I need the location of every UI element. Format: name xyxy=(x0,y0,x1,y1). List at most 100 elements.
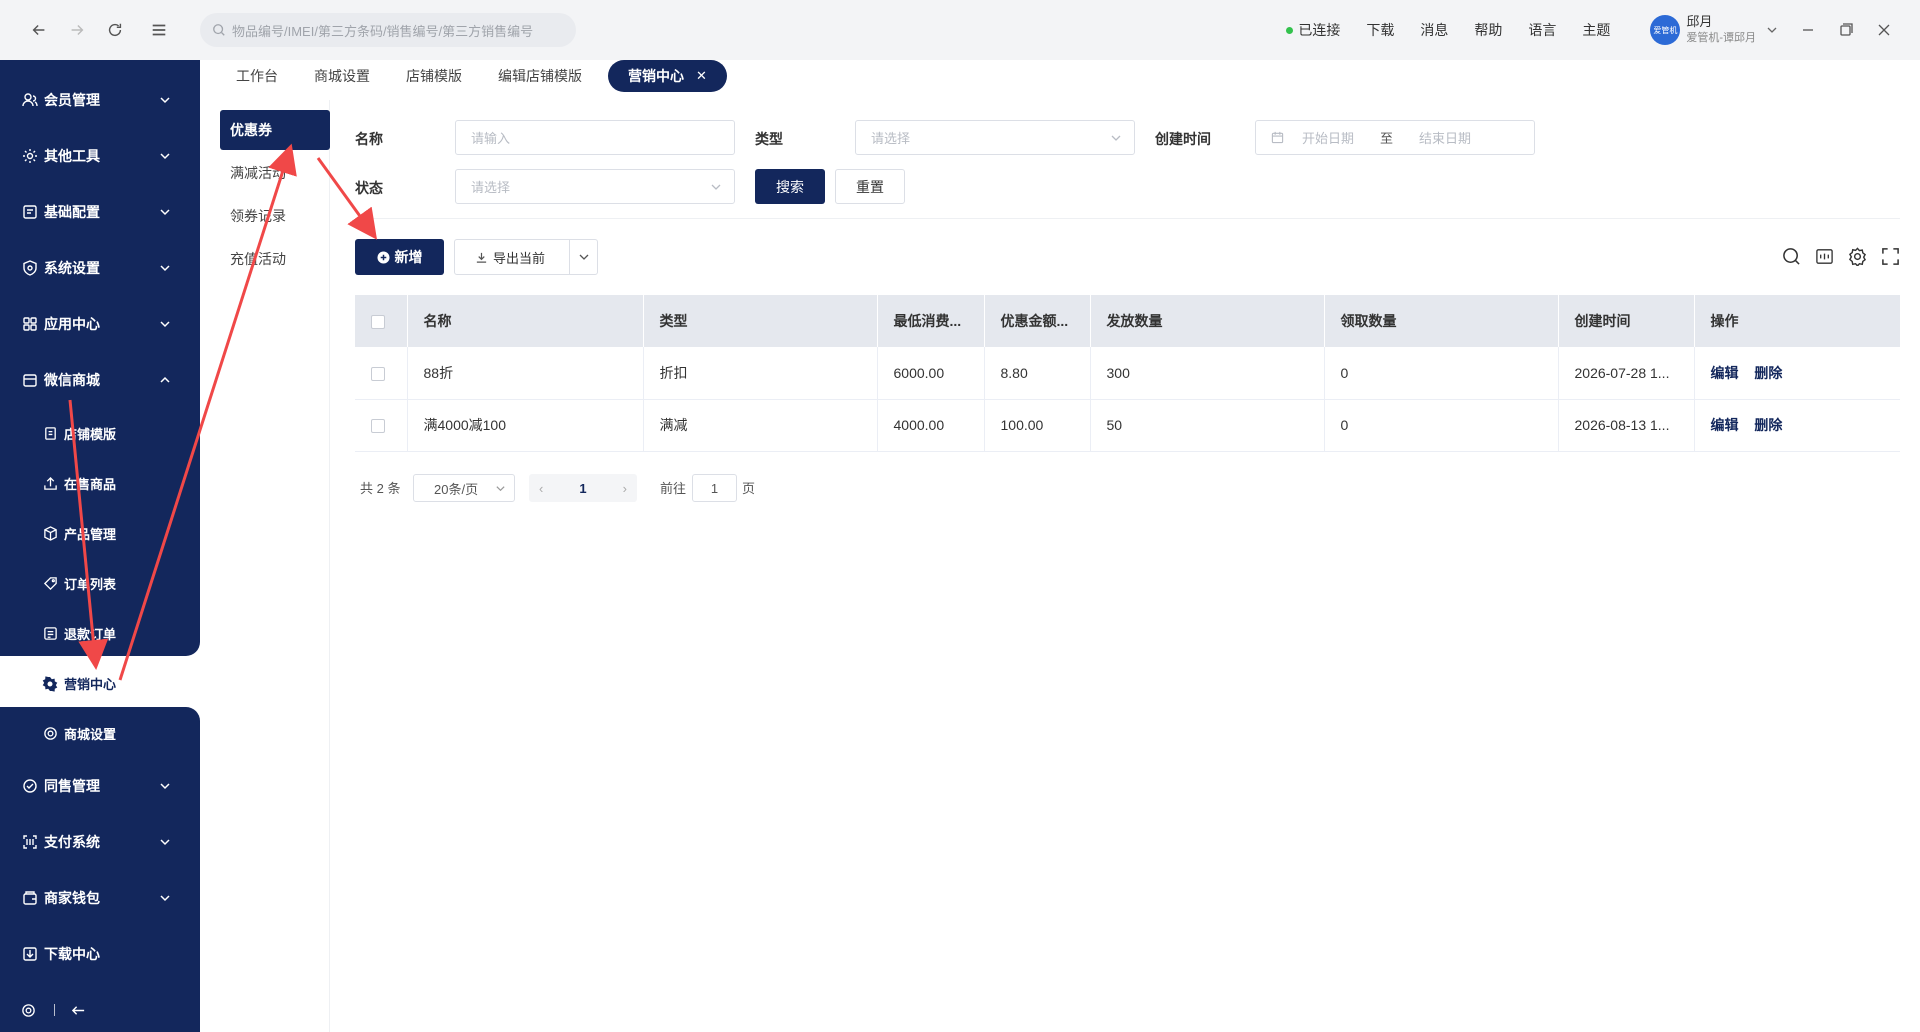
col-name-header[interactable]: 名称 xyxy=(407,295,644,347)
col-claimed-header[interactable]: 领取数量 xyxy=(1324,295,1559,347)
goto-page-input[interactable]: 1 xyxy=(692,474,737,502)
messages-link[interactable]: 消息 xyxy=(1420,20,1448,40)
chevron-down-icon xyxy=(160,209,170,216)
type-filter-select[interactable]: 请选择 xyxy=(855,120,1135,155)
sidebar-subitem-marketing[interactable]: 营销中心 xyxy=(20,660,200,707)
template-icon xyxy=(42,425,58,441)
row-checkbox[interactable] xyxy=(371,419,385,434)
back-icon[interactable] xyxy=(26,17,52,43)
forward-icon[interactable] xyxy=(64,17,90,43)
search-button[interactable]: 搜索 xyxy=(755,169,825,204)
download-icon xyxy=(476,252,487,263)
search-icon xyxy=(213,24,225,36)
sidebar-item-download-center[interactable]: 下载中心 xyxy=(0,929,200,979)
submenu-discount-activity[interactable]: 满减活动 xyxy=(220,153,330,193)
maximize-icon[interactable] xyxy=(1834,18,1858,42)
status-dot xyxy=(1286,26,1294,34)
col-discount-header[interactable]: 优惠金额... xyxy=(984,295,1091,347)
fullscreen-icon[interactable] xyxy=(1879,245,1901,267)
sidebar-item-system[interactable]: 系统设置 xyxy=(0,243,200,293)
sidebar-subitem-products[interactable]: 产品管理 xyxy=(0,509,200,557)
settings-icon[interactable] xyxy=(21,1003,36,1018)
close-tab-icon[interactable]: ✕ xyxy=(696,68,707,84)
type-placeholder: 请选择 xyxy=(871,131,911,146)
sidebar-item-payment[interactable]: 支付系统 xyxy=(0,817,200,867)
sidebar-item-config[interactable]: 基础配置 xyxy=(0,187,200,237)
settings-icon[interactable] xyxy=(1846,245,1868,267)
sidebar-item-label: 微信商城 xyxy=(44,372,100,388)
sidebar-item-wechat-shop[interactable]: 微信商城 xyxy=(0,355,200,405)
edit-link[interactable]: 编辑 xyxy=(1711,417,1739,433)
select-all-checkbox[interactable] xyxy=(371,315,385,330)
sidebar-subitem-orders[interactable]: 订单列表 xyxy=(0,559,200,607)
submenu-coupons[interactable]: 优惠券 xyxy=(220,110,330,150)
tab-marketing-center[interactable]: 营销中心 ✕ xyxy=(608,60,727,92)
sidebar-item-member[interactable]: 会员管理 xyxy=(0,75,200,125)
close-icon[interactable] xyxy=(1872,18,1896,42)
tools-icon xyxy=(22,148,38,164)
add-button[interactable]: 新增 xyxy=(355,239,444,275)
minimize-icon[interactable] xyxy=(1796,18,1820,42)
global-search-input[interactable]: 物品编号/IMEI/第三方条码/销售编号/第三方销售编号 xyxy=(200,13,576,47)
date-range-picker[interactable]: 开始日期 至 结束日期 xyxy=(1255,120,1535,155)
download-icon xyxy=(22,946,38,962)
search-placeholder: 物品编号/IMEI/第三方条码/销售编号/第三方销售编号 xyxy=(232,23,534,39)
collapse-icon[interactable] xyxy=(71,1003,86,1018)
sidebar-subitem-store-template[interactable]: 店铺模版 xyxy=(0,409,200,457)
submenu-recharge-activity[interactable]: 充值活动 xyxy=(220,239,330,279)
table-header-row: 名称 类型 最低消费... 优惠金额... 发放数量 领取数量 创建时间 操作 xyxy=(355,295,1901,347)
row-actions: 编辑 删除 xyxy=(1694,399,1900,452)
start-date-placeholder: 开始日期 xyxy=(1302,131,1355,146)
export-current-button[interactable]: 导出当前 xyxy=(455,240,570,274)
sidebar-item-label: 系统设置 xyxy=(44,260,100,276)
wallet-icon xyxy=(22,890,38,906)
column-density-icon[interactable] xyxy=(1813,245,1835,267)
row-checkbox[interactable] xyxy=(371,366,385,381)
sidebar-subitem-mall-settings[interactable]: 商城设置 xyxy=(0,709,200,757)
top-bar: 物品编号/IMEI/第三方条码/销售编号/第三方销售编号 已连接 下载 消息 帮… xyxy=(0,0,1920,60)
upload-icon xyxy=(42,475,58,491)
download-link[interactable]: 下载 xyxy=(1366,20,1394,40)
table-row: 88折 折扣 6000.00 8.80 300 0 2026-07-28 1..… xyxy=(355,347,1900,400)
theme-link[interactable]: 主题 xyxy=(1582,20,1610,40)
prev-page-icon[interactable]: ‹ xyxy=(539,481,543,496)
page-tabs: 工作台 商城设置 店铺模版 编辑店铺模版 营销中心 ✕ xyxy=(200,60,1920,92)
sidebar-subitem-refunds[interactable]: 退款订单 xyxy=(0,609,200,657)
created-time: 2026-07-28 1... xyxy=(1558,347,1695,400)
col-created-header[interactable]: 创建时间 xyxy=(1558,295,1695,347)
reset-button[interactable]: 重置 xyxy=(835,169,905,204)
sidebar-item-tools[interactable]: 其他工具 xyxy=(0,131,200,181)
chevron-down-icon xyxy=(1767,27,1777,33)
tab-edit-store-template[interactable]: 编辑店铺模版 xyxy=(498,66,582,86)
col-issued-header[interactable]: 发放数量 xyxy=(1090,295,1325,347)
current-page[interactable]: 1 xyxy=(579,481,586,496)
next-page-icon[interactable]: › xyxy=(623,481,627,496)
sidebar-item-wallet[interactable]: 商家钱包 xyxy=(0,873,200,923)
col-min-spend-header[interactable]: 最低消费... xyxy=(877,295,985,347)
chevron-down-icon xyxy=(160,839,170,846)
user-menu[interactable]: 爱管机 邱月 爱管机-谭邱月 xyxy=(1650,14,1778,46)
tab-workbench[interactable]: 工作台 xyxy=(236,66,278,86)
chevron-down-icon[interactable] xyxy=(578,251,590,263)
col-type-header[interactable]: 类型 xyxy=(643,295,878,347)
delete-link[interactable]: 删除 xyxy=(1754,365,1782,381)
tab-mall-settings[interactable]: 商城设置 xyxy=(314,66,370,86)
edit-link[interactable]: 编辑 xyxy=(1711,365,1739,381)
sidebar-subitem-on-sale[interactable]: 在售商品 xyxy=(0,459,200,507)
status-placeholder: 请选择 xyxy=(471,180,511,195)
language-link[interactable]: 语言 xyxy=(1528,20,1556,40)
submenu-coupon-records[interactable]: 领券记录 xyxy=(220,196,330,236)
search-icon[interactable] xyxy=(1780,245,1802,267)
refresh-icon[interactable] xyxy=(102,17,128,43)
menu-icon[interactable] xyxy=(146,17,172,43)
name-filter-input[interactable]: 请输入 xyxy=(455,120,735,155)
tab-store-template[interactable]: 店铺模版 xyxy=(406,66,462,86)
page-size-select[interactable]: 20条/页 xyxy=(413,474,515,502)
sidebar-item-sync-sales[interactable]: 同售管理 xyxy=(0,761,200,811)
delete-link[interactable]: 删除 xyxy=(1754,417,1782,433)
pager: ‹ 1 › xyxy=(529,474,637,502)
status-filter-select[interactable]: 请选择 xyxy=(455,169,735,204)
box-icon xyxy=(42,525,58,541)
help-link[interactable]: 帮助 xyxy=(1474,20,1502,40)
sidebar-item-apps[interactable]: 应用中心 xyxy=(0,299,200,349)
